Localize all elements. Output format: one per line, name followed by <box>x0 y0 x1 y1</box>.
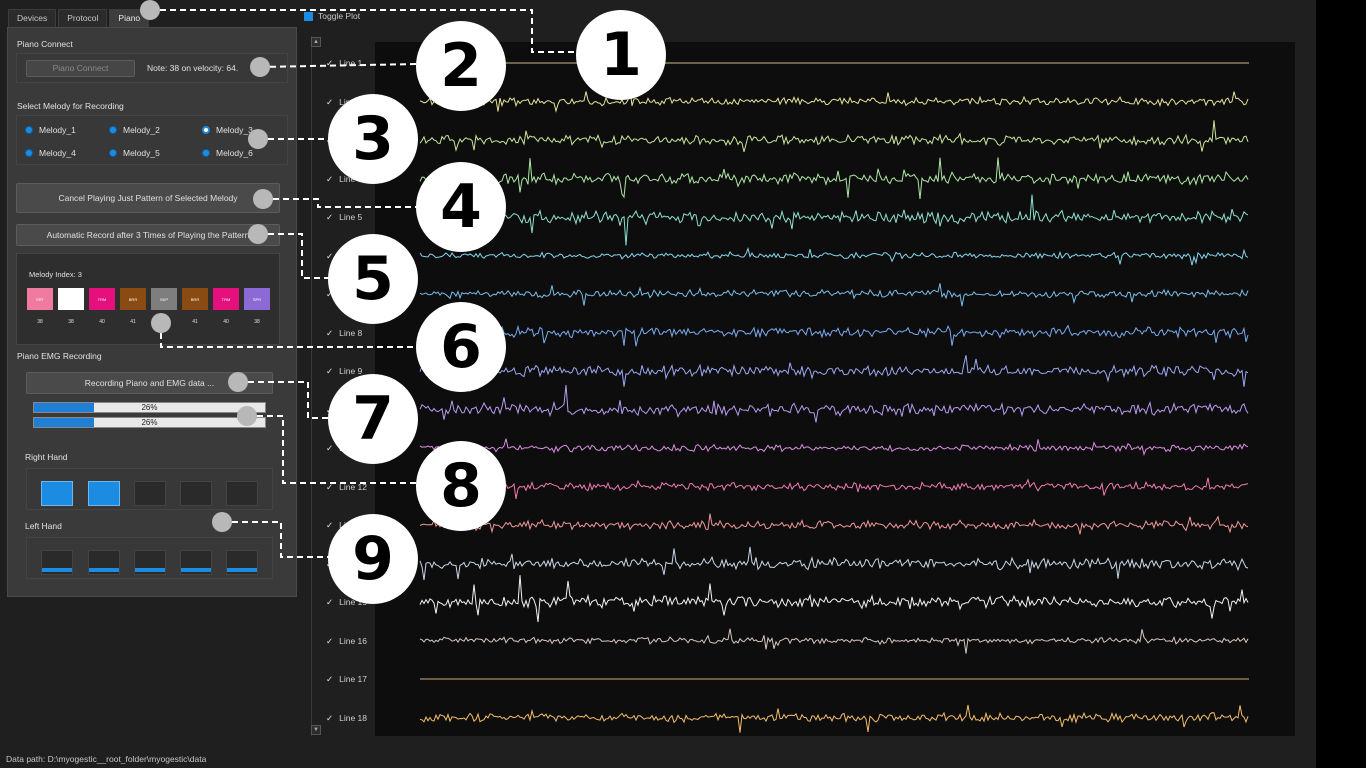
callout-line-4 <box>263 198 418 208</box>
callout-1: 1 <box>576 10 666 100</box>
callout-dot-2 <box>250 57 270 77</box>
callout-2: 2 <box>416 21 506 111</box>
callout-lines <box>150 9 578 558</box>
callout-3: 3 <box>328 94 418 184</box>
callout-line-9 <box>222 521 330 558</box>
callout-dot-7 <box>228 372 248 392</box>
callout-4: 4 <box>416 162 506 252</box>
callout-dot-5 <box>248 224 268 244</box>
black-margin <box>1316 0 1366 768</box>
callout-dot-4 <box>253 189 273 209</box>
callout-6: 6 <box>416 302 506 392</box>
callout-line-2 <box>259 63 419 68</box>
callout-8: 8 <box>416 441 506 531</box>
callout-dot-8 <box>237 406 257 426</box>
callout-line-5 <box>258 233 330 279</box>
callout-5: 5 <box>328 234 418 324</box>
callout-dot-3 <box>248 129 268 149</box>
callout-9: 9 <box>328 514 418 604</box>
callout-dot-6 <box>151 313 171 333</box>
callout-dot-1 <box>140 0 160 20</box>
callout-line-6 <box>160 323 418 348</box>
callout-dot-9 <box>212 512 232 532</box>
callout-7: 7 <box>328 374 418 464</box>
callout-line-1 <box>150 9 578 53</box>
